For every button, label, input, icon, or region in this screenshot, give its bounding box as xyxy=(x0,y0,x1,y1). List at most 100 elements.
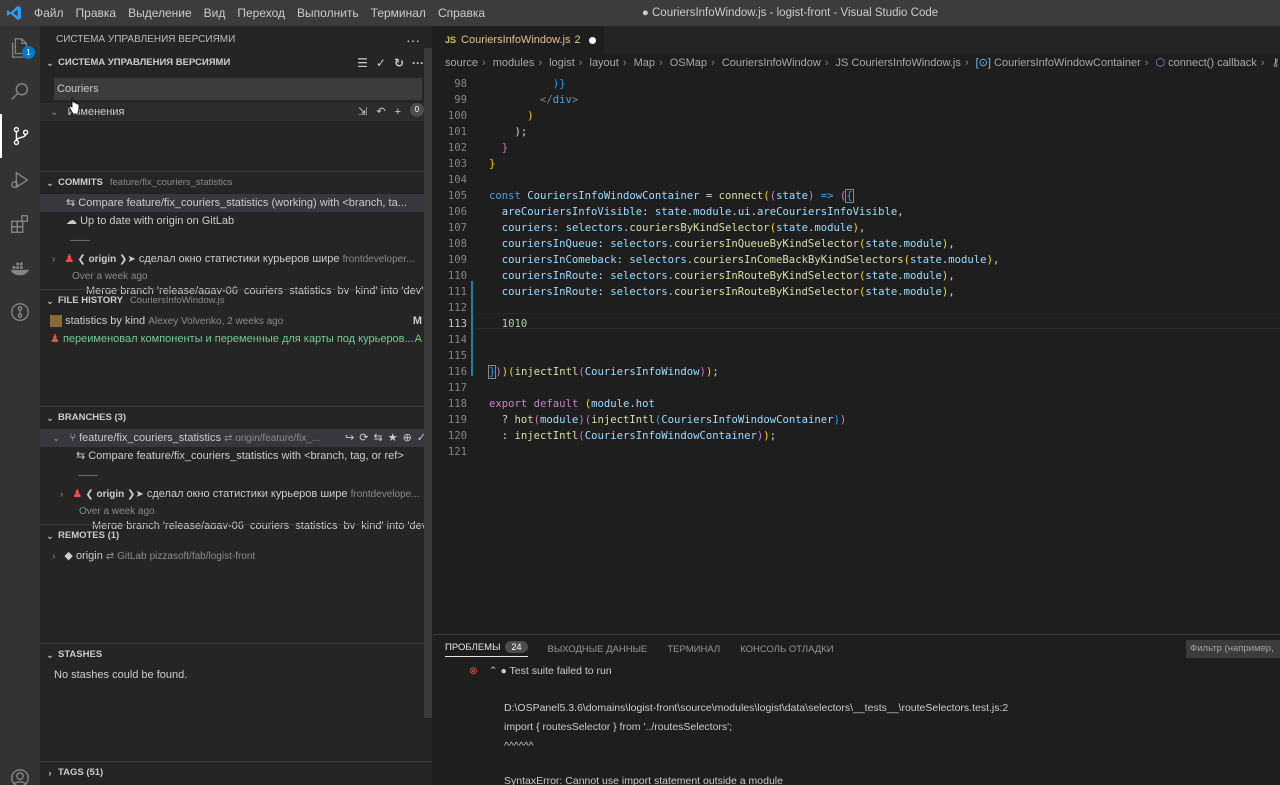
menu-terminal[interactable]: Терминал xyxy=(365,6,432,20)
menu-selection[interactable]: Выделение xyxy=(122,6,198,20)
sync-icon[interactable]: ⟳ xyxy=(359,429,368,447)
history-item-2[interactable]: ♟ переименовал компоненты и переменные д… xyxy=(40,330,432,348)
globe-icon[interactable]: ⊕ xyxy=(403,429,412,447)
compare-row[interactable]: ⇆ Compare feature/fix_couriers_statistic… xyxy=(40,194,432,212)
branch-compare-row[interactable]: ⇆ Compare feature/fix_couriers_statistic… xyxy=(40,447,432,465)
source-control-icon[interactable] xyxy=(0,114,40,158)
branch-commit-row[interactable]: › ♟ ❮ origin ❯➤ сделал окно статистики к… xyxy=(40,485,432,503)
branch-icon: ⑂ xyxy=(69,432,77,444)
remotes-header[interactable]: ⌄ REMOTES (1) xyxy=(40,525,432,547)
line-number: 110 xyxy=(447,270,467,282)
commit-row[interactable]: › ♟ ❮ origin ❯➤ сделал окно статистики к… xyxy=(40,250,432,268)
gitlens-icon[interactable] xyxy=(0,290,40,334)
code-line-102: } xyxy=(501,142,509,154)
menu-go[interactable]: Переход xyxy=(231,6,291,20)
tab-problems[interactable]: ПРОБЛЕМЫ 24 xyxy=(445,641,528,657)
commit-message-input[interactable]: Couriers xyxy=(54,78,422,100)
tab-output[interactable]: ВЫХОДНЫЕ ДАННЫЕ xyxy=(548,644,648,655)
remote-row[interactable]: › ◆ origin ⇄ GitLab pizzasoft/fab/logist… xyxy=(40,547,432,565)
tab-problem-count: 2 xyxy=(574,34,581,46)
star-icon[interactable]: ★ xyxy=(388,429,398,447)
problems-filter-input[interactable]: Фильтр (например, xyxy=(1186,640,1280,658)
scm-actions: ☰ ✓ ↻ ··· xyxy=(357,52,424,74)
problem-row[interactable]: ⊗ ⌃ ● Test suite failed to run xyxy=(469,665,612,677)
changes-group[interactable]: ⌄ Изменения ⇲ ↶ + 0 xyxy=(40,103,432,121)
breadcrumb-osmap[interactable]: OSMap xyxy=(670,57,707,69)
uptodate-row[interactable]: ☁ Up to date with origin on GitLab xyxy=(40,212,432,230)
breadcrumb-file[interactable]: JS CouriersInfoWindow.js xyxy=(836,57,961,69)
view-as-tree-icon[interactable]: ☰ xyxy=(357,52,368,74)
unsaved-dot-icon[interactable] xyxy=(588,36,596,44)
open-changes-icon[interactable]: ⇲ xyxy=(358,103,367,121)
breadcrumb-callback[interactable]: connect() callback xyxy=(1168,57,1257,69)
editor-tabs: JS CouriersInfoWindow.js 2 xyxy=(433,26,1280,54)
sidebar-scrollbar[interactable] xyxy=(424,48,432,718)
breadcrumb-symbol[interactable]: CouriersInfoWindowContainer xyxy=(994,57,1141,69)
tab-couriers-info-window[interactable]: JS CouriersInfoWindow.js 2 xyxy=(433,26,604,54)
variable-icon: [⊙] xyxy=(975,57,991,69)
line-number: 120 xyxy=(447,430,467,442)
search-icon[interactable] xyxy=(0,70,40,114)
line-number: 98 xyxy=(454,78,467,90)
code-line-120: : injectIntl(CouriersInfoWindowContainer… xyxy=(489,430,777,442)
extensions-icon[interactable] xyxy=(0,202,40,246)
chevron-up-icon[interactable]: ⌃ xyxy=(489,665,498,677)
uptodate-text: Up to date with origin on GitLab xyxy=(80,215,235,227)
run-debug-icon[interactable] xyxy=(0,158,40,202)
code-line-103: } xyxy=(489,158,496,170)
menu-help[interactable]: Справка xyxy=(432,6,491,20)
js-file-icon: JS xyxy=(445,35,457,45)
commit-avatar-icon: ♟ xyxy=(64,253,75,265)
refresh-icon[interactable]: ↻ xyxy=(394,52,404,74)
account-icon[interactable] xyxy=(0,756,40,785)
code-line-116: }))(injectIntl(CouriersInfoWindow)); xyxy=(487,365,719,379)
commits-header[interactable]: ⌄ COMMITS feature/fix_couriers_statistic… xyxy=(40,172,432,194)
line-number: 103 xyxy=(447,158,467,170)
docker-icon[interactable] xyxy=(0,246,40,290)
breadcrumb-map[interactable]: Map xyxy=(634,57,655,69)
line-number: 106 xyxy=(447,206,467,218)
branch-separator: —— xyxy=(78,470,98,481)
file-history-header[interactable]: ⌄ FILE HISTORY CouriersInfoWindow.js xyxy=(40,290,432,312)
problem-syntax-error: SyntaxError: Cannot use import statement… xyxy=(504,775,783,785)
branches-header[interactable]: ⌄ BRANCHES (3) xyxy=(40,407,432,429)
history-item-1[interactable]: statistics by kind Alexey Volvenko, 2 we… xyxy=(40,312,432,330)
menu-run[interactable]: Выполнить xyxy=(291,6,365,20)
tab-terminal[interactable]: ТЕРМИНАЛ xyxy=(667,644,720,655)
menu-edit[interactable]: Правка xyxy=(70,6,123,20)
discard-icon[interactable]: ↶ xyxy=(376,103,385,121)
code-line-111: couriersInRoute: selectors.couriersInRou… xyxy=(501,286,955,298)
breadcrumb-source[interactable]: source xyxy=(445,57,478,69)
tab-debug-console[interactable]: КОНСОЛЬ ОТЛАДКИ xyxy=(740,644,833,655)
editor-area: JS CouriersInfoWindow.js 2 source › modul… xyxy=(433,26,1280,634)
compare-icon[interactable]: ⇆ xyxy=(373,429,382,447)
breadcrumb-modules[interactable]: modules xyxy=(493,57,535,69)
tags-header[interactable]: › TAGS (51) xyxy=(40,762,432,784)
branch-name: feature/fix_couriers_statistics xyxy=(79,432,221,444)
error-icon: ⊗ xyxy=(469,665,478,677)
problem-title: ● Test suite failed to run xyxy=(500,665,612,677)
line-number: 107 xyxy=(447,222,467,234)
menu-file[interactable]: Файл xyxy=(28,6,70,20)
branch-commit-time: Over a week ago xyxy=(79,506,155,517)
menu-view[interactable]: Вид xyxy=(198,6,232,20)
scm-section-header[interactable]: ⌄ СИСТЕМА УПРАВЛЕНИЯ ВЕРСИЯМИ ☰ ✓ ↻ ··· xyxy=(40,52,432,74)
author-avatar xyxy=(50,315,62,328)
breadcrumb-layout[interactable]: layout xyxy=(590,57,619,69)
commit-check-icon[interactable]: ✓ xyxy=(376,52,386,74)
chevron-right-icon: › xyxy=(52,254,56,265)
branch-row[interactable]: ⌄ ⑂ feature/fix_couriers_statistics ⇄ or… xyxy=(40,429,432,447)
explorer-icon[interactable]: 1 xyxy=(0,26,40,70)
breadcrumb-logist[interactable]: logist xyxy=(549,57,575,69)
commit-time: Over a week ago xyxy=(72,271,148,282)
stashes-header[interactable]: ⌄ STASHES xyxy=(40,644,432,666)
breadcrumb-folder[interactable]: CouriersInfoWindow xyxy=(722,57,821,69)
switch-icon[interactable]: ↪ xyxy=(345,429,354,447)
more-actions-icon[interactable]: ··· xyxy=(406,26,420,54)
source-control-sidebar: СИСТЕМА УПРАВЛЕНИЯ ВЕРСИЯМИ ··· ⌄ СИСТЕМ… xyxy=(40,26,432,785)
commit-origin: ❮ origin ❯➤ xyxy=(77,254,136,265)
more-icon[interactable]: ··· xyxy=(412,52,424,74)
chevron-down-icon: ⌄ xyxy=(50,107,59,118)
line-number: 105 xyxy=(447,190,467,202)
stage-all-icon[interactable]: + xyxy=(395,103,401,121)
